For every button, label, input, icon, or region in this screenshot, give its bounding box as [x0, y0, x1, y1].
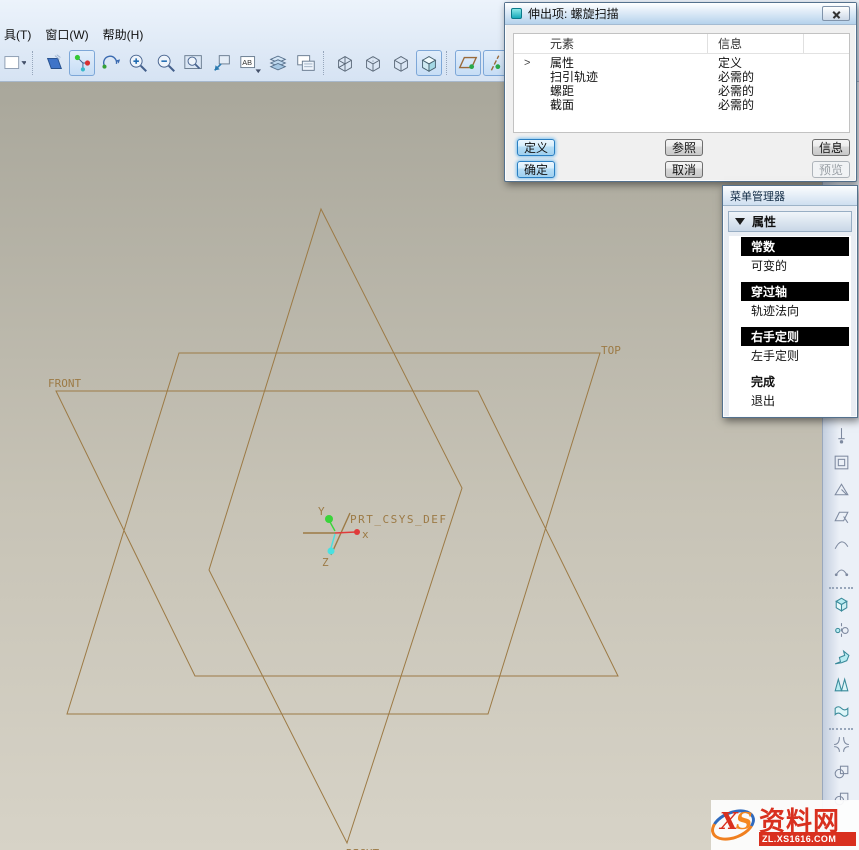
- ok-button[interactable]: 确定: [517, 161, 555, 178]
- csys-axis-label: Y: [318, 505, 325, 518]
- preview-button: 预览: [812, 161, 850, 178]
- svg-text:AB: AB: [242, 58, 252, 67]
- revolve-tool-icon[interactable]: [828, 618, 854, 643]
- refit-icon[interactable]: [209, 50, 235, 76]
- csys-axis-dot: [354, 529, 360, 535]
- define-button[interactable]: 定义: [517, 139, 555, 156]
- table-header-row: 元素 信息: [514, 34, 849, 54]
- datum-plane-right[interactable]: [209, 209, 462, 843]
- watermark: XS 资料网 ZL.XS1616.COM: [711, 800, 859, 850]
- menu-item-可变的[interactable]: 可变的: [741, 256, 849, 275]
- element-table-row[interactable]: 扫引轨迹 必需的: [514, 68, 849, 82]
- sketch-tool-icon[interactable]: [828, 450, 854, 475]
- datum-curve-tool-icon[interactable]: [828, 558, 854, 583]
- no-hidden-icon[interactable]: [388, 50, 414, 76]
- menu-item-右手定则[interactable]: 右手定则: [741, 327, 849, 346]
- watermark-domain: ZL.XS1616.COM: [759, 832, 856, 846]
- col-element: 元素: [540, 34, 708, 53]
- close-icon[interactable]: [822, 6, 850, 21]
- refs-button[interactable]: 参照: [665, 139, 703, 156]
- blend-tool-icon[interactable]: [828, 672, 854, 697]
- boundary-blend-tool-icon[interactable]: [828, 699, 854, 724]
- csys-name-label[interactable]: PRT_CSYS_DEF: [350, 513, 447, 526]
- menu-item-左手定则[interactable]: 左手定则: [741, 346, 849, 365]
- spin-center-icon[interactable]: [69, 50, 95, 76]
- saved-views-icon[interactable]: AB: [237, 50, 263, 76]
- shaded-icon[interactable]: [416, 50, 442, 76]
- menu-manager: 菜单管理器 属性 常数可变的穿过轴轨迹法向右手定则左手定则完成退出: [722, 185, 858, 418]
- toolbar-separator: [323, 51, 328, 75]
- datum-plane-top-label: TOP: [601, 344, 621, 357]
- element-info: 必需的: [708, 96, 804, 113]
- datum-planes-toggle-icon[interactable]: [455, 50, 481, 76]
- zoom-in-icon[interactable]: [125, 50, 151, 76]
- curve-tool-icon[interactable]: [828, 531, 854, 556]
- csys-axis-line: [330, 522, 335, 531]
- chevron-down-icon: [735, 218, 745, 225]
- dialog-titlebar[interactable]: 伸出项: 螺旋扫描: [505, 3, 856, 25]
- csys-axis-label: x: [362, 528, 369, 541]
- element-table-row[interactable]: 螺距 必需的: [514, 82, 849, 96]
- csys-axis-line: [335, 532, 356, 533]
- menu-item-轨迹法向[interactable]: 轨迹法向: [741, 301, 849, 320]
- element-table-row[interactable]: 截面 必需的: [514, 96, 849, 110]
- view-manager-icon[interactable]: [293, 50, 319, 76]
- hidden-line-icon[interactable]: [360, 50, 386, 76]
- element-name: 截面: [540, 96, 708, 113]
- sweep-tool-icon[interactable]: [828, 645, 854, 670]
- menu-item-完成[interactable]: 完成: [741, 372, 849, 391]
- menu-help[interactable]: 帮助(H): [99, 24, 154, 45]
- csys-axis-line: [331, 513, 350, 555]
- toolbar-separator: [32, 51, 37, 75]
- csys-axis-dot: [325, 515, 333, 523]
- csys-axis-label: Z: [322, 556, 329, 569]
- col-info: 信息: [708, 34, 804, 53]
- datum-axis-tool-icon[interactable]: [828, 423, 854, 448]
- csys-axis-dot: [328, 548, 335, 555]
- main-toolbar: AB: [0, 47, 510, 79]
- menu-window[interactable]: 窗口(W): [41, 24, 98, 45]
- element-table[interactable]: 元素 信息 > 属性 定义 扫引轨迹 必需的 螺距 必需的 截面 必需的: [513, 33, 850, 133]
- orient-mode-icon[interactable]: [97, 50, 123, 76]
- graphics-viewport[interactable]: TOPFRONTRIGHTYxZPRT_CSYS_DEF: [0, 82, 822, 850]
- menu-item-list: 常数可变的穿过轴轨迹法向右手定则左手定则完成退出: [729, 236, 851, 416]
- wireframe-icon[interactable]: [332, 50, 358, 76]
- round-tool-icon[interactable]: [828, 732, 854, 757]
- dialog-icon: [511, 8, 522, 19]
- cancel-button[interactable]: 取消: [665, 161, 703, 178]
- view-list-combo[interactable]: [2, 50, 28, 76]
- current-row-marker: >: [514, 57, 540, 69]
- menu-item-退出[interactable]: 退出: [741, 391, 849, 410]
- element-table-row[interactable]: > 属性 定义: [514, 54, 849, 68]
- datum-point-tool-icon[interactable]: [828, 504, 854, 529]
- menu-item-穿过轴[interactable]: 穿过轴: [741, 282, 849, 301]
- info-button[interactable]: 信息: [812, 139, 850, 156]
- dialog-title: 伸出项: 螺旋扫描: [528, 5, 619, 22]
- layers-icon[interactable]: [265, 50, 291, 76]
- menu-manager-title[interactable]: 菜单管理器: [723, 186, 857, 206]
- zoom-fit-icon[interactable]: [181, 50, 207, 76]
- toolbar-separator: [829, 587, 853, 589]
- chamfer-tool-icon[interactable]: [828, 759, 854, 784]
- datum-plane-front-label: FRONT: [48, 377, 81, 390]
- watermark-logo: XS: [720, 808, 750, 835]
- datum-plane-tool-icon[interactable]: [828, 477, 854, 502]
- menubar: 具(T) 窗口(W) 帮助(H): [0, 24, 153, 44]
- toolbar-separator: [829, 728, 853, 730]
- menu-group-header[interactable]: 属性: [728, 211, 852, 232]
- helical-sweep-dialog: 伸出项: 螺旋扫描 元素 信息 > 属性 定义 扫引轨迹 必需的 螺距 必需的 …: [504, 2, 857, 182]
- zoom-out-icon[interactable]: [153, 50, 179, 76]
- repaint-icon[interactable]: [41, 50, 67, 76]
- menu-item-常数[interactable]: 常数: [741, 237, 849, 256]
- toolbar-separator: [446, 51, 451, 75]
- menu-tools[interactable]: 具(T): [0, 24, 41, 45]
- extrude-tool-icon[interactable]: [828, 591, 854, 616]
